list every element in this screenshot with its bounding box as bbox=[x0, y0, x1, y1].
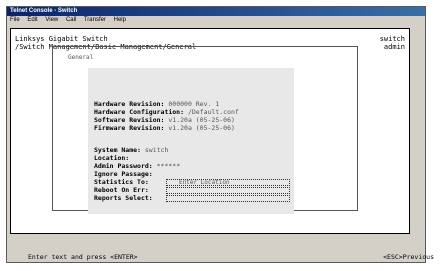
software-revision-value: v1.20a (05-25-06) bbox=[168, 116, 235, 124]
reboot-on-err-field[interactable] bbox=[166, 187, 290, 194]
panel-title: General bbox=[68, 54, 94, 61]
menu-view[interactable]: View bbox=[45, 17, 58, 23]
hardware-revision-row: Hardware Revision: 000000 Rev. 1 bbox=[94, 100, 219, 108]
title-bar: Telnet Console - Switch bbox=[7, 7, 425, 16]
firmware-revision-row: Firmware Revision: v1.20a (05-25-06) bbox=[94, 124, 235, 132]
admin-password-row: Admin Password: ****** bbox=[94, 162, 180, 170]
previous-key-hint[interactable]: <ESC>Previous bbox=[383, 253, 434, 261]
menu-edit[interactable]: Edit bbox=[27, 17, 37, 23]
hardware-revision-value: 000000 Rev. 1 bbox=[168, 100, 220, 108]
menu-file[interactable]: File bbox=[10, 17, 20, 23]
hardware-configuration-label: Hardware Configuration: bbox=[94, 108, 185, 116]
hardware-configuration-row: Hardware Configuration: /Default.conf bbox=[94, 108, 239, 116]
product-name: Linksys Gigabit Switch bbox=[15, 35, 108, 43]
menu-transfer[interactable]: Transfer bbox=[84, 17, 106, 23]
user-name: admin bbox=[383, 43, 405, 51]
statistics-to-label: Statistics To: bbox=[94, 178, 149, 186]
menu-help[interactable]: Help bbox=[114, 17, 126, 23]
firmware-revision-label: Firmware Revision: bbox=[94, 124, 165, 132]
menu-call[interactable]: Call bbox=[66, 17, 76, 23]
statistics-to-placeholder: Enter Location bbox=[179, 179, 230, 186]
status-hint: Enter text and press <ENTER> bbox=[28, 253, 138, 261]
admin-password-label: Admin Password: bbox=[94, 162, 153, 170]
system-name-label: System Name: bbox=[94, 146, 141, 154]
hardware-configuration-value: /Default.conf bbox=[187, 108, 239, 116]
reports-select-field[interactable] bbox=[166, 195, 290, 202]
software-revision-label: Software Revision: bbox=[94, 116, 165, 124]
ignore-passage-row: Ignore Passage: bbox=[94, 170, 153, 178]
ignore-passage-label: Ignore Passage: bbox=[94, 170, 153, 178]
hardware-revision-label: Hardware Revision: bbox=[94, 100, 165, 108]
reboot-on-err-label: Reboot On Err: bbox=[94, 186, 149, 194]
location-row: Location: bbox=[94, 154, 129, 162]
host-name: switch bbox=[379, 35, 405, 43]
firmware-revision-value: v1.20a (05-25-06) bbox=[168, 124, 235, 132]
location-label: Location: bbox=[94, 154, 130, 162]
statistics-to-row: Statistics To: bbox=[94, 178, 149, 186]
reboot-on-err-row: Reboot On Err: bbox=[94, 186, 149, 194]
software-revision-row: Software Revision: v1.20a (05-25-06) bbox=[94, 116, 235, 124]
admin-password-field[interactable]: ****** bbox=[157, 162, 180, 170]
menu-bar: File Edit View Call Transfer Help bbox=[7, 16, 425, 24]
system-name-row: System Name: switch bbox=[94, 146, 168, 154]
system-name-field[interactable]: switch bbox=[145, 146, 168, 154]
reports-select-row: Reports Select: bbox=[94, 194, 153, 202]
statistics-to-field[interactable]: Enter Location bbox=[166, 179, 290, 186]
reports-select-label: Reports Select: bbox=[94, 194, 153, 202]
